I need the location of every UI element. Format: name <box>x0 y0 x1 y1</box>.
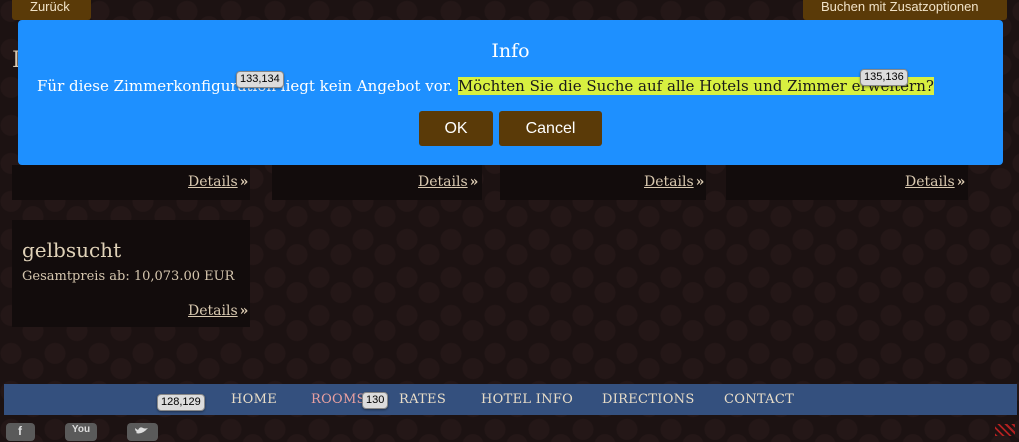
nav-rates[interactable]: RATES <box>399 392 446 407</box>
nav-directions[interactable]: DIRECTIONS <box>602 392 695 407</box>
hotel-price: Gesamtpreis ab: 10,073.00 EUR <box>22 269 235 284</box>
details-link-4[interactable]: Details» <box>905 174 965 190</box>
details-link-3[interactable]: Details» <box>644 174 704 190</box>
chevron-right-icon: » <box>239 174 249 190</box>
decorative-corner <box>995 424 1015 436</box>
chevron-right-icon: » <box>239 303 249 319</box>
nav-contact[interactable]: CONTACT <box>724 392 794 407</box>
dialog-title: Info <box>491 40 530 62</box>
twitter-icon[interactable] <box>127 423 158 441</box>
chevron-right-icon: » <box>956 174 966 190</box>
chevron-right-icon: » <box>469 174 479 190</box>
nav-home[interactable]: HOME <box>231 392 277 407</box>
hotel-name: gelbsucht <box>22 238 122 262</box>
chevron-right-icon: » <box>695 174 705 190</box>
element-id-badge: 130 <box>362 392 389 409</box>
details-link-5[interactable]: Details» <box>188 303 248 319</box>
element-id-badge: 128,129 <box>157 394 205 411</box>
info-dialog: Info Für diese Zimmerkonfiguration liegt… <box>18 20 1003 165</box>
back-button[interactable]: Zurück <box>12 0 91 20</box>
details-link-2[interactable]: Details» <box>418 174 478 190</box>
nav-rooms[interactable]: ROOMS <box>311 392 366 407</box>
youtube-icon[interactable]: You <box>65 423 97 441</box>
ok-button[interactable]: OK <box>419 111 493 146</box>
dialog-message: Für diese Zimmerkonfiguration liegt kein… <box>37 77 934 95</box>
main-navigation: HOME ROOMS RATES HOTEL INFO DIRECTIONS C… <box>4 384 1017 415</box>
svg-text:f: f <box>18 424 23 437</box>
element-id-badge: 135,136 <box>860 69 908 86</box>
details-link-1[interactable]: Details» <box>188 174 248 190</box>
cancel-button[interactable]: Cancel <box>499 111 602 146</box>
element-id-badge: 133,134 <box>236 71 284 88</box>
book-with-extras-button[interactable]: Buchen mit Zusatzoptionen <box>803 0 1007 20</box>
nav-hotel-info[interactable]: HOTEL INFO <box>481 392 573 407</box>
facebook-icon[interactable]: f <box>6 423 35 441</box>
